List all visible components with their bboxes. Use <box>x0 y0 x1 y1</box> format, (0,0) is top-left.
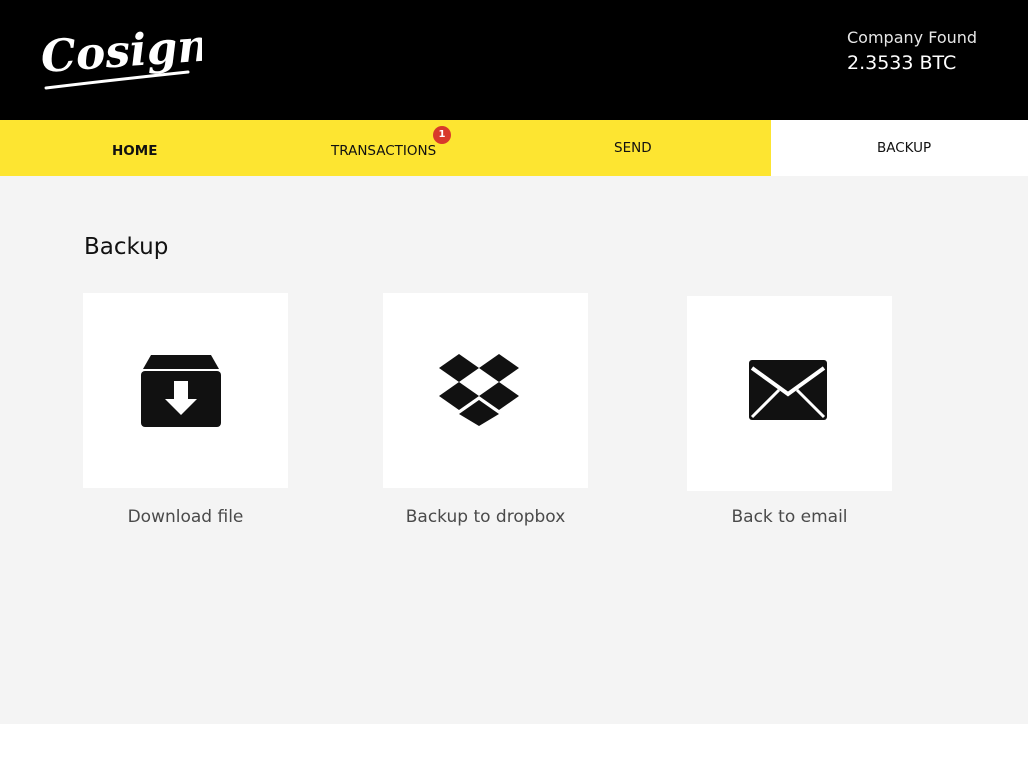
page-title: Backup <box>84 234 169 260</box>
app-header: Cosign Company Found 2.3533 BTC <box>0 0 1028 120</box>
main-nav: HOME TRANSACTIONS 1 SEND BACKUP <box>0 120 1028 176</box>
backup-page: Backup Download file Backup to dropbox B… <box>0 176 1028 724</box>
email-card[interactable] <box>687 296 892 491</box>
account-balance: 2.3533 BTC <box>847 52 957 74</box>
notification-badge: 1 <box>433 126 451 144</box>
tab-home-label: HOME <box>112 143 158 159</box>
download-file-label: Download file <box>127 507 244 527</box>
email-option[interactable]: Back to email <box>687 296 892 527</box>
dropbox-card[interactable] <box>383 293 588 488</box>
tab-home[interactable]: HOME <box>0 120 265 176</box>
account-name: Company Found <box>847 28 978 47</box>
tab-transactions-label: TRANSACTIONS <box>331 143 437 159</box>
tab-send[interactable]: SEND <box>515 120 771 176</box>
archive-download-icon <box>141 355 221 427</box>
account-summary: Company Found 2.3533 BTC <box>847 28 977 76</box>
tab-backup-label: BACKUP <box>877 140 932 156</box>
download-file-option[interactable]: Download file <box>83 293 288 527</box>
dropbox-label: Backup to dropbox <box>405 507 566 527</box>
tab-transactions[interactable]: TRANSACTIONS 1 <box>265 120 515 176</box>
email-label: Back to email <box>731 507 848 527</box>
download-file-card[interactable] <box>83 293 288 488</box>
dropbox-option[interactable]: Backup to dropbox <box>383 293 588 527</box>
dropbox-icon <box>439 354 519 426</box>
tab-send-label: SEND <box>614 140 652 156</box>
cosign-logo[interactable]: Cosign <box>42 22 202 94</box>
envelope-icon <box>749 360 827 420</box>
tab-backup[interactable]: BACKUP <box>771 120 1028 176</box>
